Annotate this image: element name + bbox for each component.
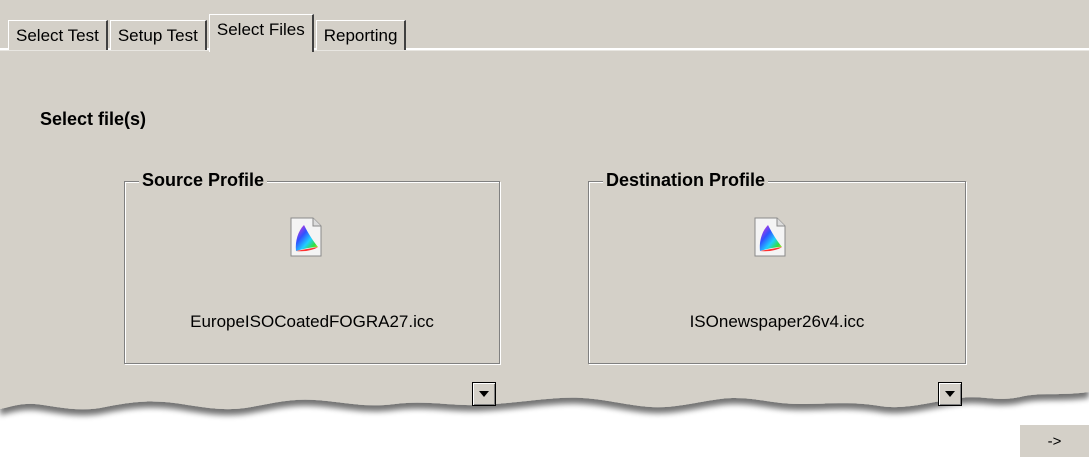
destination-profile-group: Destination Profile ISOnewspaper26v4.icc <box>588 170 966 364</box>
tab-select-test[interactable]: Select Test <box>8 20 108 50</box>
source-profile-group: Source Profile EuropeISOCoatedFOGRA27.ic… <box>124 170 500 364</box>
chevron-down-icon <box>945 391 955 397</box>
tab-reporting[interactable]: Reporting <box>315 20 407 50</box>
select-files-panel: Select Test Setup Test Select Files Repo… <box>0 0 1089 457</box>
source-dropdown-button[interactable] <box>472 382 496 406</box>
section-title: Select file(s) <box>40 109 147 129</box>
source-profile-legend: Source Profile <box>139 170 268 191</box>
next-button[interactable]: -> <box>1019 424 1089 457</box>
tab-select-files[interactable]: Select Files <box>208 14 314 52</box>
tab-strip: Select Test Setup Test Select Files Repo… <box>8 12 408 52</box>
chevron-down-icon <box>479 391 489 397</box>
tab-label: Reporting <box>323 25 398 45</box>
icc-profile-icon[interactable] <box>753 217 787 257</box>
source-file-name: EuropeISOCoatedFOGRA27.icc <box>190 312 434 331</box>
tab-label: Select Files <box>216 19 305 39</box>
destination-profile-legend: Destination Profile <box>603 170 769 191</box>
destination-file-name: ISOnewspaper26v4.icc <box>689 312 865 331</box>
tab-label: Setup Test <box>117 25 198 45</box>
next-button-label: -> <box>1047 432 1062 450</box>
tab-label: Select Test <box>16 25 99 45</box>
destination-dropdown-button[interactable] <box>938 382 962 406</box>
icc-profile-icon[interactable] <box>289 217 323 257</box>
tab-setup-test[interactable]: Setup Test <box>109 20 207 50</box>
